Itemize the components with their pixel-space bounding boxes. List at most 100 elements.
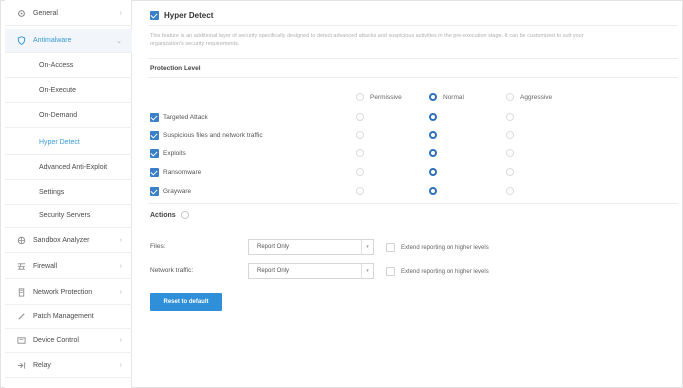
exploits-aggressive-radio[interactable] bbox=[506, 149, 514, 157]
files-extend-reporting[interactable]: Extend reporting on higher levels bbox=[386, 243, 489, 252]
sidebar-item-on-demand[interactable]: On-Demand bbox=[5, 104, 132, 128]
suspicious-files-aggressive-radio[interactable] bbox=[506, 131, 514, 139]
ransomware-permissive-radio[interactable] bbox=[356, 168, 364, 176]
row-label: Targeted Attack bbox=[163, 113, 208, 121]
grayware-checkbox[interactable] bbox=[150, 186, 159, 196]
suspicious-files-permissive-radio[interactable] bbox=[356, 131, 364, 139]
sidebar-item-label: On-Execute bbox=[39, 87, 76, 94]
network-traffic-label: Network traffic: bbox=[150, 267, 194, 274]
sidebar-item-security-servers[interactable]: Security Servers bbox=[5, 204, 132, 228]
gear-icon bbox=[13, 9, 29, 18]
ransomware-aggressive-radio[interactable] bbox=[506, 168, 514, 176]
protection-level-title: Protection Level bbox=[150, 65, 201, 72]
sidebar-item-on-execute[interactable]: On-Execute bbox=[5, 79, 132, 103]
level-label: Permissive bbox=[370, 93, 402, 101]
row-label: Ransomware bbox=[163, 168, 202, 176]
sidebar-item-label: Relay bbox=[33, 362, 51, 369]
help-icon[interactable] bbox=[180, 211, 189, 219]
page-title: Hyper Detect bbox=[164, 11, 214, 20]
chevron-right-icon: › bbox=[119, 289, 122, 296]
sidebar-item-label: Hyper Detect bbox=[39, 139, 80, 146]
network-extend-reporting[interactable]: Extend reporting on higher levels bbox=[386, 267, 489, 276]
protection-row-grayware: Grayware bbox=[150, 182, 191, 200]
sidebar-item-sandbox-analyzer[interactable]: Sandbox Analyzer › bbox=[5, 229, 132, 253]
sidebar-item-patch-management[interactable]: Patch Management bbox=[5, 305, 132, 329]
sandbox-icon bbox=[13, 236, 29, 245]
row-label: Suspicious files and network traffic bbox=[163, 131, 263, 139]
network-extend-checkbox[interactable] bbox=[386, 267, 395, 276]
device-icon bbox=[13, 336, 29, 345]
chevron-down-icon: ▾ bbox=[361, 240, 373, 254]
reset-to-default-button[interactable]: Reset to default bbox=[150, 293, 222, 311]
suspicious-files-checkbox[interactable] bbox=[150, 130, 159, 140]
protection-row-ransomware: Ransomware bbox=[150, 163, 201, 181]
sidebar-item-label: On-Access bbox=[39, 62, 74, 69]
chevron-right-icon: › bbox=[119, 263, 122, 270]
grayware-normal-radio[interactable] bbox=[429, 187, 437, 195]
ransomware-checkbox[interactable] bbox=[150, 167, 159, 177]
targeted-attack-checkbox[interactable] bbox=[150, 112, 159, 122]
sidebar-item-relay[interactable]: Relay › bbox=[5, 354, 132, 378]
level-permissive[interactable]: Permissive bbox=[356, 93, 402, 101]
files-action-select[interactable]: Report Only ▾ bbox=[248, 239, 374, 255]
network-traffic-action-select[interactable]: Report Only ▾ bbox=[248, 263, 374, 279]
grayware-aggressive-radio[interactable] bbox=[506, 187, 514, 195]
grayware-permissive-radio[interactable] bbox=[356, 187, 364, 195]
extend-label: Extend reporting on higher levels bbox=[401, 244, 489, 251]
targeted-attack-normal-radio[interactable] bbox=[429, 113, 437, 121]
chevron-right-icon: › bbox=[119, 237, 122, 244]
sidebar-item-label: Sandbox Analyzer bbox=[33, 237, 90, 244]
main-panel: Hyper Detect This feature is an addition… bbox=[140, 0, 680, 388]
targeted-attack-aggressive-radio[interactable] bbox=[506, 113, 514, 121]
level-aggressive[interactable]: Aggressive bbox=[506, 93, 552, 101]
divider bbox=[148, 58, 678, 59]
row-label: Exploits bbox=[163, 149, 186, 157]
sidebar: General › Antimalware ⌄ On-Access On-Exe… bbox=[5, 0, 132, 388]
patch-icon bbox=[13, 312, 29, 321]
feature-description: This feature is an additional layer of s… bbox=[150, 33, 584, 47]
sidebar-item-advanced-anti-exploit[interactable]: Advanced Anti-Exploit bbox=[5, 156, 132, 180]
sidebar-item-settings[interactable]: Settings bbox=[5, 181, 132, 205]
level-normal[interactable]: Normal bbox=[429, 93, 464, 101]
targeted-attack-permissive-radio[interactable] bbox=[356, 113, 364, 121]
divider bbox=[148, 77, 678, 78]
chevron-right-icon: › bbox=[119, 337, 122, 344]
sidebar-item-firewall[interactable]: Firewall › bbox=[5, 255, 132, 279]
level-permissive-radio[interactable] bbox=[356, 93, 364, 101]
exploits-normal-radio[interactable] bbox=[429, 149, 437, 157]
protection-row-suspicious-files: Suspicious files and network traffic bbox=[150, 126, 263, 144]
protection-row-targeted-attack: Targeted Attack bbox=[150, 108, 208, 126]
sidebar-item-label: Security Servers bbox=[39, 212, 91, 219]
exploits-checkbox[interactable] bbox=[150, 148, 159, 158]
ransomware-normal-radio[interactable] bbox=[429, 168, 437, 176]
sidebar-item-general[interactable]: General › bbox=[5, 2, 132, 26]
divider bbox=[148, 25, 678, 26]
suspicious-files-normal-radio[interactable] bbox=[429, 131, 437, 139]
sidebar-item-on-access[interactable]: On-Access bbox=[5, 54, 132, 78]
select-value: Report Only bbox=[257, 244, 290, 250]
shield-icon bbox=[13, 36, 29, 45]
hyper-detect-enable-checkbox[interactable] bbox=[150, 11, 159, 20]
divider bbox=[148, 203, 678, 204]
hyper-detect-header: Hyper Detect bbox=[150, 11, 213, 20]
sidebar-item-antimalware[interactable]: Antimalware ⌄ bbox=[5, 29, 132, 53]
files-label: Files: bbox=[150, 243, 166, 250]
row-label: Grayware bbox=[163, 187, 192, 195]
sidebar-item-hyper-detect[interactable]: Hyper Detect bbox=[5, 131, 132, 155]
select-value: Report Only bbox=[257, 268, 290, 274]
files-extend-checkbox[interactable] bbox=[386, 243, 395, 252]
relay-icon bbox=[13, 361, 29, 370]
level-aggressive-radio[interactable] bbox=[506, 93, 514, 101]
level-normal-radio[interactable] bbox=[429, 93, 437, 101]
sidebar-item-label: On-Demand bbox=[39, 112, 78, 119]
exploits-permissive-radio[interactable] bbox=[356, 149, 364, 157]
sidebar-item-label: General bbox=[33, 10, 58, 17]
protection-row-exploits: Exploits bbox=[150, 144, 186, 162]
sidebar-item-network-protection[interactable]: Network Protection › bbox=[5, 281, 132, 305]
sidebar-item-device-control[interactable]: Device Control › bbox=[5, 329, 132, 353]
chevron-right-icon: › bbox=[119, 362, 122, 369]
actions-title: Actions bbox=[150, 211, 189, 219]
firewall-icon bbox=[13, 262, 29, 271]
sidebar-item-label: Firewall bbox=[33, 263, 58, 270]
chevron-down-icon: ⌄ bbox=[116, 37, 122, 45]
